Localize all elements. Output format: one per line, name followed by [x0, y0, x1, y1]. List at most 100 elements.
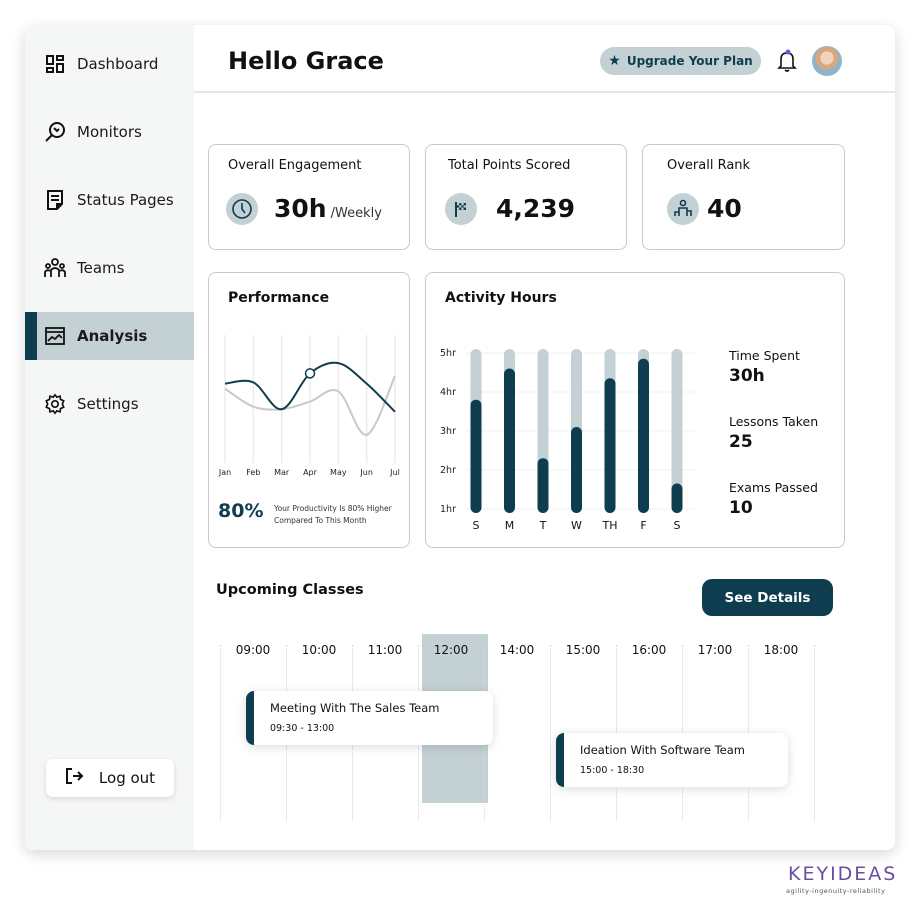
activity-hours-card: Activity Hours 1hr 2hr 3hr 4hr 5hr S M T W TH F S T…: [425, 272, 845, 548]
see-details-button[interactable]: See Details: [702, 579, 833, 616]
productivity-note: Your Productivity Is 80% Higher Compared…: [274, 504, 392, 525]
team-icon: [43, 256, 67, 280]
x-tick-label: W: [571, 519, 582, 532]
stat-number: 30h: [274, 194, 327, 223]
lessons-taken-value: 25: [729, 432, 753, 452]
x-tick-label: Apr: [303, 468, 318, 477]
highlight-point: [304, 368, 316, 379]
checkered-flag-icon: [445, 193, 477, 225]
timeline-time-label: 10:00: [301, 643, 337, 657]
x-tick-label: TH: [602, 519, 618, 532]
timeline-divider: [550, 645, 551, 821]
monitor-search-icon: [43, 120, 67, 144]
timeline-time-label: 09:00: [235, 643, 271, 657]
y-tick-label: 5hr: [440, 348, 456, 359]
timeline-time-label: 12:00: [433, 643, 469, 657]
dashboard-icon: [43, 52, 67, 76]
event-time: 09:30 - 13:00: [270, 723, 335, 734]
timeline-time-label: 17:00: [697, 643, 733, 657]
x-tick-label: Jun: [359, 468, 373, 477]
x-tick-label: Jul: [389, 468, 400, 477]
sidebar-item-label: Status Pages: [77, 191, 174, 209]
podium-icon: [667, 193, 699, 225]
stat-unit: /Weekly: [330, 206, 382, 221]
x-tick-label: S: [473, 519, 480, 532]
timeline-divider: [220, 645, 221, 821]
main-content: Hello Grace ★ Upgrade Your Plan Overall …: [194, 25, 895, 850]
upgrade-plan-button[interactable]: ★ Upgrade Your Plan: [600, 47, 761, 75]
sidebar-item-analysis[interactable]: Analysis: [25, 312, 194, 360]
performance-line-chart: Jan Feb Mar Apr May Jun Jul: [218, 335, 400, 477]
event-card[interactable]: Meeting With The Sales Team 09:30 - 13:0…: [246, 691, 493, 745]
user-avatar[interactable]: [812, 46, 842, 76]
app-window: Dashboard Monitors Status Pages Teams An…: [25, 25, 895, 850]
timeline-time-label: 11:00: [367, 643, 403, 657]
productivity-percent: 80%: [218, 500, 264, 522]
bar: [537, 458, 549, 513]
sidebar-item-monitors[interactable]: Monitors: [25, 108, 194, 156]
lessons-taken-label: Lessons Taken: [729, 414, 819, 429]
x-tick-label: S: [674, 519, 681, 532]
bar: [604, 378, 616, 513]
stat-value: 40: [707, 194, 742, 223]
bell-icon: [777, 49, 797, 72]
exams-passed-value: 10: [729, 498, 753, 518]
bar: [571, 427, 582, 513]
timeline-time-label: 16:00: [631, 643, 667, 657]
timeline-divider: [814, 645, 815, 821]
brand-logo: KEYIDEAS: [788, 863, 898, 885]
stat-label: Overall Rank: [667, 158, 751, 173]
x-tick-label: Mar: [274, 468, 290, 477]
upgrade-plan-label: Upgrade Your Plan: [626, 54, 753, 68]
stat-value: 4,239: [496, 194, 576, 223]
performance-title: Performance: [228, 290, 330, 306]
sidebar-item-label: Analysis: [77, 327, 148, 345]
x-tick-label: Feb: [246, 468, 260, 477]
sidebar-item-label: Teams: [77, 259, 125, 277]
bar: [671, 483, 683, 513]
exams-passed-label: Exams Passed: [729, 480, 818, 495]
bar: [638, 358, 649, 513]
stat-card-points: Total Points Scored 4,239: [425, 144, 627, 250]
header-divider: [194, 91, 895, 93]
sidebar-item-settings[interactable]: Settings: [25, 380, 194, 428]
timeline-time-label: 14:00: [499, 643, 535, 657]
gear-icon: [43, 392, 67, 416]
sidebar-item-teams[interactable]: Teams: [25, 244, 194, 292]
star-icon: ★: [608, 53, 621, 69]
x-tick-label: Jan: [218, 468, 231, 477]
bar: [504, 368, 515, 513]
stat-label: Overall Engagement: [228, 158, 362, 173]
y-tick-label: 3hr: [440, 426, 456, 437]
logout-icon: [65, 767, 85, 789]
sidebar-item-dashboard[interactable]: Dashboard: [25, 40, 194, 88]
activity-bar-chart: 1hr 2hr 3hr 4hr 5hr S M T W TH F S: [440, 348, 694, 532]
event-time: 15:00 - 18:30: [580, 765, 645, 776]
stat-label: Total Points Scored: [448, 158, 571, 173]
sidebar: Dashboard Monitors Status Pages Teams An…: [25, 25, 194, 850]
page-title: Hello Grace: [228, 47, 384, 75]
document-icon: [43, 188, 67, 212]
x-tick-label: May: [330, 468, 347, 477]
stat-card-rank: Overall Rank 40: [642, 144, 845, 250]
clock-icon: [226, 193, 258, 225]
activity-title: Activity Hours: [445, 290, 557, 306]
time-spent-label: Time Spent: [729, 348, 800, 363]
brand-tagline: agility-ingenuity-reliability: [786, 887, 886, 895]
event-card[interactable]: Ideation With Software Team 15:00 - 18:3…: [556, 733, 788, 787]
upcoming-classes-title: Upcoming Classes: [216, 582, 364, 598]
sidebar-item-label: Settings: [77, 395, 139, 413]
bar: [470, 399, 482, 513]
sidebar-item-label: Monitors: [77, 123, 142, 141]
timeline-time-label: 18:00: [763, 643, 799, 657]
y-tick-label: 4hr: [440, 387, 456, 398]
event-title: Ideation With Software Team: [580, 743, 746, 757]
timeline-time-label: 15:00: [565, 643, 601, 657]
analysis-chart-icon: [43, 324, 67, 348]
logout-button[interactable]: Log out: [46, 759, 174, 797]
y-tick-label: 2hr: [440, 465, 456, 476]
notification-bell-button[interactable]: [776, 49, 798, 73]
sidebar-item-status-pages[interactable]: Status Pages: [25, 176, 194, 224]
event-title: Meeting With The Sales Team: [270, 701, 440, 715]
x-tick-label: T: [539, 519, 547, 532]
